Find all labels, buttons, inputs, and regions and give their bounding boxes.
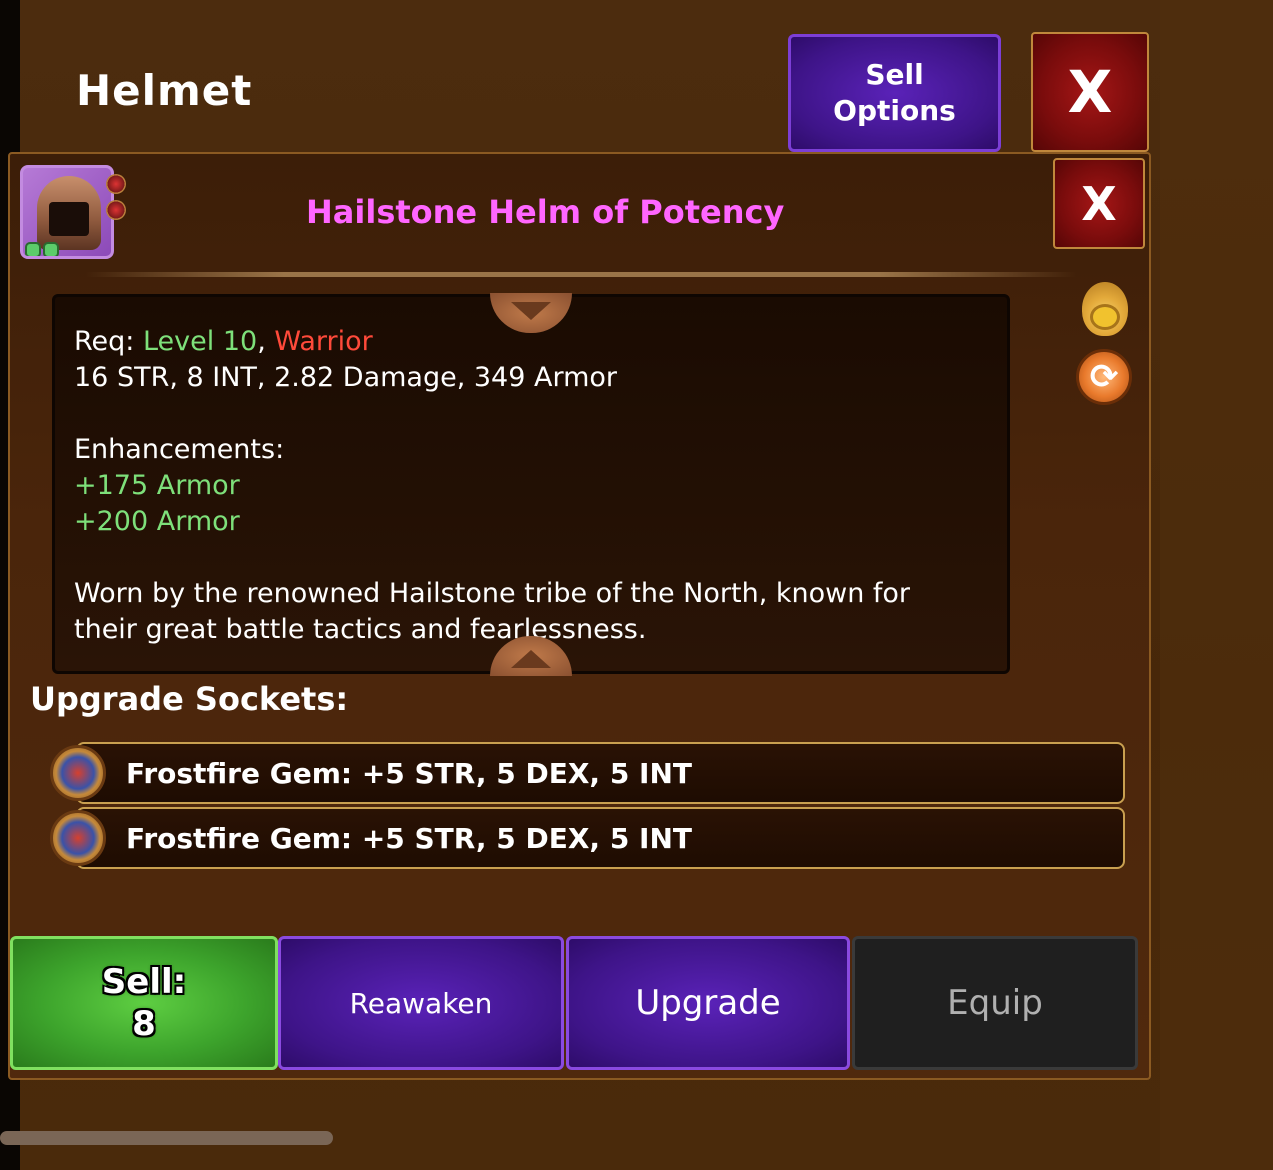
gem-socket-icon <box>50 810 106 866</box>
action-bar: Sell: 8 Reawaken Upgrade Equip <box>10 936 1138 1072</box>
flavor-text-line: Worn by the renowned Hailstone tribe of … <box>74 578 911 609</box>
gem-socket-icon <box>50 745 106 801</box>
close-item-button[interactable]: X <box>1053 158 1145 249</box>
enhancements-title: Enhancements: <box>74 434 285 465</box>
sell-button[interactable]: Sell: 8 <box>10 936 278 1070</box>
item-helm-icon[interactable] <box>20 165 114 259</box>
coin-icon <box>1090 304 1120 330</box>
upgrade-sockets-title: Upgrade Sockets: <box>30 680 349 718</box>
item-name: Hailstone Helm of Potency <box>306 193 785 231</box>
horizontal-scrollbar[interactable] <box>0 1131 333 1145</box>
upgrade-button[interactable]: Upgrade <box>566 936 850 1070</box>
page-title: Helmet <box>76 66 253 115</box>
helm-visor <box>49 202 89 236</box>
socket-text: Frostfire Gem: +5 STR, 5 DEX, 5 INT <box>126 822 693 855</box>
sell-options-button[interactable]: Sell Options <box>788 34 1001 152</box>
flavor-text-line: their great battle tactics and fearlessn… <box>74 614 647 645</box>
socket-text: Frostfire Gem: +5 STR, 5 DEX, 5 INT <box>126 757 693 790</box>
chevron-up-icon <box>511 650 551 668</box>
req-prefix: Req: <box>74 326 143 357</box>
swap-icon[interactable]: ⟳ <box>1076 349 1132 405</box>
close-window-button[interactable]: X <box>1031 32 1149 152</box>
requirements-line: Req: Level 10, Warrior <box>74 326 373 357</box>
socket-indicator-icon <box>106 200 126 220</box>
enhancement-line: +175 Armor <box>74 470 240 501</box>
socket-indicator-icon <box>106 174 126 194</box>
req-separator: , <box>257 326 275 357</box>
gem-pip-icon <box>25 242 41 256</box>
equip-button[interactable]: Equip <box>852 936 1138 1070</box>
divider <box>86 272 1076 277</box>
chevron-down-icon <box>511 302 551 320</box>
req-class: Warrior <box>274 326 373 357</box>
item-stats: 16 STR, 8 INT, 2.82 Damage, 349 Armor <box>74 362 618 393</box>
right-background <box>1160 0 1273 1170</box>
enhancement-line: +200 Armor <box>74 506 240 537</box>
gem-pip-icon <box>43 242 59 256</box>
reawaken-button[interactable]: Reawaken <box>278 936 564 1070</box>
req-level: Level 10 <box>142 326 258 357</box>
